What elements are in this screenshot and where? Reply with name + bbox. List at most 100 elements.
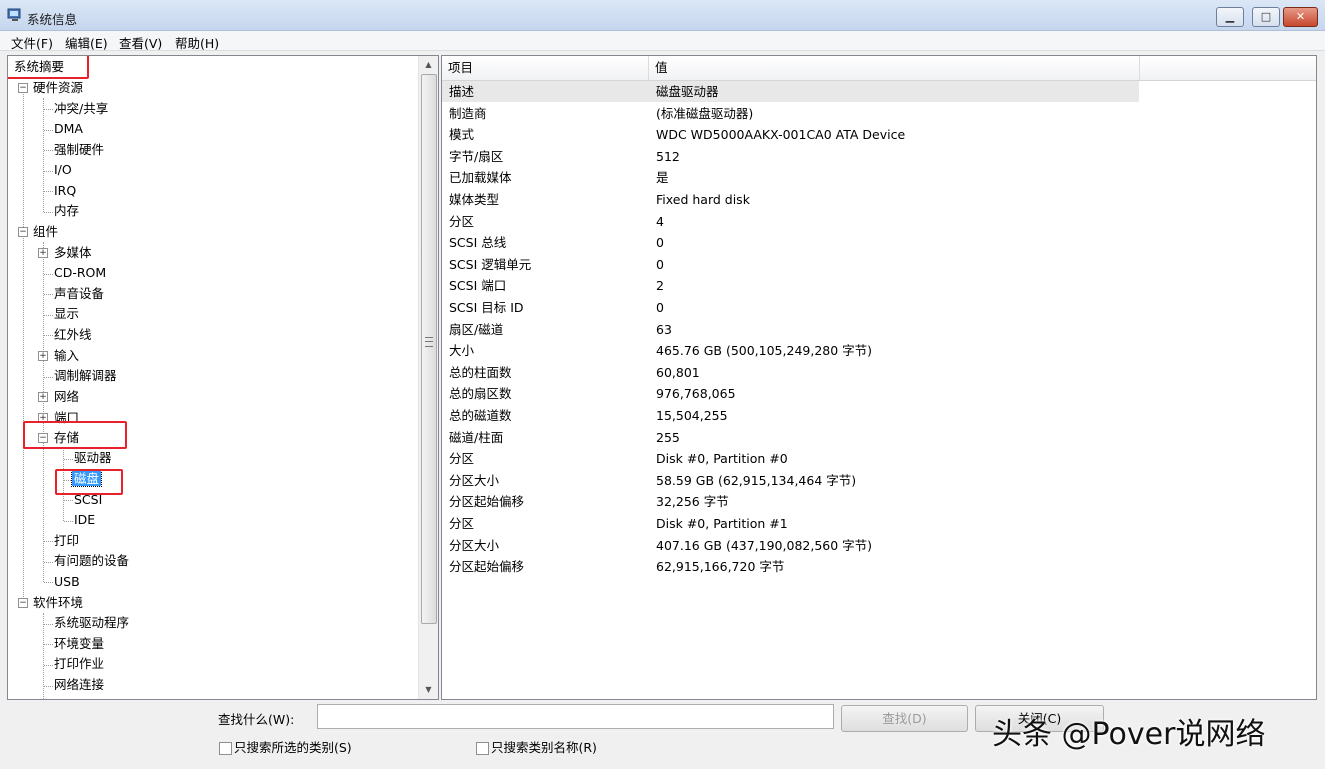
tree-connector — [44, 150, 53, 151]
watermark: 头条 @Pover说网络 — [992, 717, 1266, 752]
table-row[interactable]: 模式 WDC WD5000AAKX-001CA0 ATA Device — [442, 124, 1316, 145]
table-row[interactable]: 大小 465.76 GB (500,105,249,280 字节) — [442, 340, 1316, 361]
table-row[interactable]: 总的磁道数 15,504,255 — [442, 405, 1316, 426]
tree-connector — [44, 335, 53, 336]
tree-item-problem-devices[interactable]: 有问题的设备 — [54, 551, 129, 571]
tree-item-dma[interactable]: DMA — [54, 119, 83, 139]
tree-scrollbar[interactable]: ▲ ▼ — [418, 56, 438, 699]
table-row[interactable]: SCSI 端口 2 — [442, 275, 1316, 296]
close-window-button[interactable]: ✕ — [1283, 7, 1318, 27]
tree-connector — [44, 686, 53, 687]
tree-item-modem[interactable]: 调制解调器 — [54, 366, 117, 386]
table-row[interactable]: SCSI 逻辑单元 0 — [442, 254, 1316, 275]
table-row[interactable]: 分区 Disk #0, Partition #0 — [442, 448, 1316, 469]
expand-icon[interactable]: + — [38, 351, 48, 361]
table-row[interactable]: 扇区/磁道 63 — [442, 319, 1316, 340]
table-row[interactable]: 已加载媒体 是 — [442, 167, 1316, 188]
tree-item-ide[interactable]: IDE — [74, 510, 95, 530]
minimize-button[interactable]: ▁ — [1216, 7, 1244, 27]
table-row[interactable]: 分区 Disk #0, Partition #1 — [442, 513, 1316, 534]
tree-item-forced-hardware[interactable]: 强制硬件 — [54, 140, 104, 160]
tree-item-sound[interactable]: 声音设备 — [54, 284, 104, 304]
table-row[interactable]: 分区大小 407.16 GB (437,190,082,560 字节) — [442, 535, 1316, 556]
tree-item-input[interactable]: 输入 — [54, 346, 79, 366]
table-row[interactable]: SCSI 总线 0 — [442, 232, 1316, 253]
table-row[interactable]: 分区起始偏移 32,256 字节 — [442, 491, 1316, 512]
tree-item-scsi[interactable]: SCSI — [74, 490, 102, 510]
details-list[interactable]: 项目 值 描述 磁盘驱动器 制造商 (标准磁盘驱动器) 模式 WDC WD5000AAKX… — [441, 55, 1317, 700]
menu-file[interactable]: 文件(F) — [11, 33, 53, 52]
tree-item-print-jobs[interactable]: 打印作业 — [54, 654, 104, 674]
collapse-icon[interactable]: − — [18, 83, 28, 93]
item-cell: 分区大小 — [449, 472, 500, 488]
find-input[interactable] — [317, 704, 834, 729]
menu-help[interactable]: 帮助(H) — [175, 33, 219, 52]
value-cell: 62,915,166,720 字节 — [656, 559, 785, 575]
value-cell: WDC WD5000AAKX-001CA0 ATA Device — [656, 127, 906, 143]
table-row[interactable]: 媒体类型 Fixed hard disk — [442, 189, 1316, 210]
tree-item-label: 冲突/共享 — [54, 101, 109, 116]
table-row[interactable]: 描述 磁盘驱动器 — [442, 81, 1139, 102]
table-row[interactable]: 分区起始偏移 62,915,166,720 字节 — [442, 556, 1316, 577]
table-row[interactable]: 磁道/柱面 255 — [442, 427, 1316, 448]
tree-item-memory[interactable]: 内存 — [54, 201, 79, 221]
table-row[interactable]: 分区 4 — [442, 211, 1316, 232]
tree-item-environment-variables[interactable]: 环境变量 — [54, 634, 104, 654]
tree-item-display[interactable]: 显示 — [54, 304, 79, 324]
tree-item-io[interactable]: I/O — [54, 160, 72, 180]
highlight-box-system-summary — [8, 56, 89, 79]
column-header-item[interactable]: 项目 — [442, 56, 649, 80]
expand-icon[interactable]: + — [38, 392, 48, 402]
item-cell: 总的磁道数 — [449, 408, 512, 423]
expand-icon[interactable]: + — [38, 248, 48, 258]
table-row[interactable]: 总的扇区数 976,768,065 — [442, 383, 1316, 404]
tree-item-infrared[interactable]: 红外线 — [54, 325, 92, 345]
tree-item-software-environment[interactable]: 软件环境 — [33, 593, 83, 613]
table-row[interactable]: SCSI 目标 ID 0 — [442, 297, 1316, 318]
tree-item-network[interactable]: 网络 — [54, 387, 79, 407]
tree-connector — [44, 212, 53, 213]
collapse-icon[interactable]: − — [18, 227, 28, 237]
column-header-value[interactable]: 值 — [649, 56, 1140, 80]
item-cell: SCSI 逻辑单元 — [449, 256, 532, 272]
tree-connector — [44, 191, 53, 192]
item-cell: SCSI 总线 — [449, 235, 507, 251]
table-row[interactable]: 字节/扇区 512 — [442, 146, 1316, 167]
tree-item-label: 系统驱动程序 — [54, 615, 130, 630]
checkbox[interactable] — [476, 742, 489, 755]
scroll-thumb[interactable] — [421, 74, 437, 624]
tree-item-multimedia[interactable]: 多媒体 — [54, 243, 92, 263]
find-button[interactable]: 查找(D) — [841, 705, 968, 732]
tree-item-drives[interactable]: 驱动器 — [74, 448, 112, 468]
collapse-icon[interactable]: − — [18, 598, 28, 608]
item-cell: 媒体类型 — [449, 192, 500, 207]
category-tree[interactable]: 系统摘要 − 硬件资源 冲突/共享 DMA 强制硬件 I/O IRQ 内存 − … — [7, 55, 439, 700]
item-cell: 大小 — [449, 343, 475, 359]
checkbox[interactable] — [219, 742, 232, 755]
value-cell: 58.59 GB (62,915,134,464 字节) — [656, 472, 857, 488]
value-cell: 是 — [656, 170, 669, 186]
value-cell: Disk #0, Partition #0 — [656, 451, 788, 467]
tree-connector — [44, 274, 53, 275]
table-row[interactable]: 制造商 (标准磁盘驱动器) — [442, 103, 1316, 124]
table-row[interactable]: 总的柱面数 60,801 — [442, 362, 1316, 383]
tree-item-cdrom[interactable]: CD-ROM — [54, 263, 106, 283]
tree-connector — [44, 665, 53, 666]
menu-view[interactable]: 查看(V) — [119, 33, 162, 52]
scroll-down-arrow-icon[interactable]: ▼ — [419, 681, 438, 698]
scroll-up-arrow-icon[interactable]: ▲ — [419, 56, 438, 73]
tree-item-usb[interactable]: USB — [54, 572, 80, 592]
table-row[interactable]: 分区大小 58.59 GB (62,915,134,464 字节) — [442, 470, 1316, 491]
maximize-button[interactable]: □ — [1252, 7, 1280, 27]
tree-item-network-connections[interactable]: 网络连接 — [54, 675, 104, 695]
tree-connector — [43, 98, 44, 212]
value-cell: 0 — [656, 256, 664, 272]
tree-item-system-drivers[interactable]: 系统驱动程序 — [54, 613, 129, 633]
item-cell: 分区大小 — [449, 537, 500, 553]
menu-edit[interactable]: 编辑(E) — [65, 33, 108, 52]
tree-item-conflicts[interactable]: 冲突/共享 — [54, 99, 108, 119]
tree-item-components[interactable]: 组件 — [33, 222, 58, 242]
tree-item-irq[interactable]: IRQ — [54, 181, 76, 201]
tree-item-printing[interactable]: 打印 — [54, 531, 79, 551]
tree-item-hardware-resources[interactable]: 硬件资源 — [33, 78, 83, 98]
